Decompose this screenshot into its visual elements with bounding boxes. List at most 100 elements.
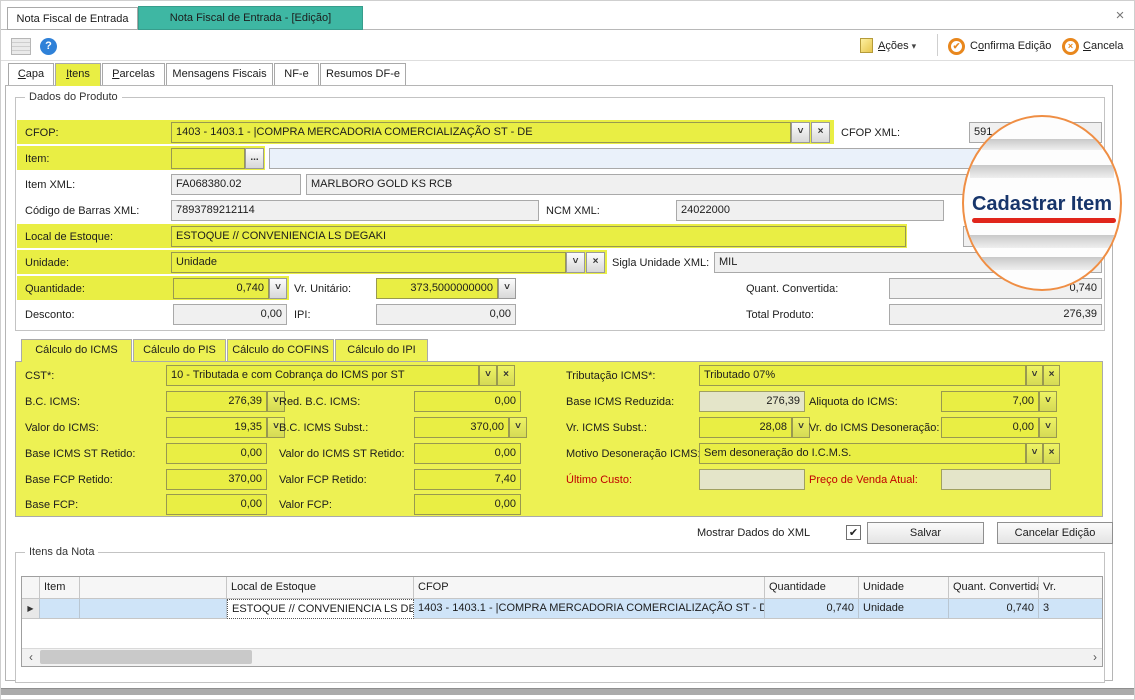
base-fcp-retido-field[interactable]: 370,00 (166, 469, 267, 490)
valor-fcp-field[interactable]: 0,00 (414, 494, 521, 515)
ncm-xml-field[interactable]: 24022000 (676, 200, 944, 221)
tab-nfe[interactable]: NF-e (274, 63, 319, 85)
grid-corner-header[interactable] (22, 577, 40, 599)
close-icon[interactable]: × (1111, 7, 1129, 25)
scroll-left-icon[interactable]: ‹ (24, 650, 38, 664)
grid-header-unidade[interactable]: Unidade (859, 577, 949, 599)
grid-cell-cfop[interactable]: 1403 - 1403.1 - |COMPRA MERCADORIA COMER… (414, 599, 765, 619)
cst-field[interactable]: 10 - Tributada e com Cobrança do ICMS po… (166, 365, 479, 386)
quantidade-field[interactable]: 0,740 (173, 278, 269, 299)
tributacao-clear-icon[interactable]: × (1043, 365, 1060, 386)
row-selector-icon[interactable]: ▶ (22, 599, 40, 619)
base-icms-reduzida-field[interactable]: 276,39 (699, 391, 805, 412)
total-produto-field[interactable]: 276,39 (889, 304, 1102, 325)
ultimo-custo-field[interactable] (699, 469, 805, 490)
bc-icms-subst-label: B.C. ICMS Subst.: (279, 418, 368, 438)
cst-dropdown-icon[interactable]: ˅ (479, 365, 497, 386)
motivo-clear-icon[interactable]: × (1043, 443, 1060, 464)
cfop-field[interactable]: 1403 - 1403.1 - |COMPRA MERCADORIA COMER… (171, 122, 791, 143)
quantidade-dropdown-icon[interactable]: ˅ (269, 278, 287, 299)
aliquota-icms-field[interactable]: 7,00 (941, 391, 1039, 412)
cfop-dropdown-icon[interactable]: ˅ (791, 122, 810, 143)
base-icms-reduzida-label: Base ICMS Reduzida: (566, 392, 674, 412)
barcode-xml-field[interactable]: 7893789212114 (171, 200, 539, 221)
cancelar-edicao-button[interactable]: Cancelar Edição (997, 522, 1113, 544)
valor-fcp-retido-field[interactable]: 7,40 (414, 469, 521, 490)
grid-cell-unidade[interactable]: Unidade (859, 599, 949, 619)
preco-venda-atual-field[interactable] (941, 469, 1051, 490)
vr-unitario-dropdown-icon[interactable]: ˅ (498, 278, 516, 299)
base-fcp-field[interactable]: 0,00 (166, 494, 267, 515)
scroll-right-icon[interactable]: › (1088, 650, 1102, 664)
itens-grid: Item Local de Estoque CFOP Quantidade Un… (21, 576, 1103, 667)
vr-desoneracao-dropdown-icon[interactable]: ˅ (1039, 417, 1057, 438)
grid-cell-local-estoque[interactable]: ESTOQUE // CONVENIENCIA LS DEGAKI (227, 599, 414, 619)
vr-subst-dropdown-icon[interactable]: ˅ (792, 417, 810, 438)
motivo-dropdown-icon[interactable]: ˅ (1026, 443, 1043, 464)
tab-capa[interactable]: Capa (8, 63, 54, 85)
base-fcp-label: Base FCP: (25, 495, 78, 515)
base-icms-st-retido-field[interactable]: 0,00 (166, 443, 267, 464)
tab-calculo-ipi[interactable]: Cálculo do IPI (335, 339, 428, 361)
tab-mensagens-fiscais[interactable]: Mensagens Fiscais (166, 63, 273, 85)
item-xml-code-field[interactable]: FA068380.02 (171, 174, 301, 195)
grid-header-vr[interactable]: Vr. (1039, 577, 1103, 599)
grid-header-item[interactable]: Item (40, 577, 80, 599)
grid-cell-vr[interactable]: 3 (1039, 599, 1103, 619)
vr-icms-desoneracao-field[interactable]: 0,00 (941, 417, 1039, 438)
tab-calculo-pis[interactable]: Cálculo do PIS (133, 339, 226, 361)
desconto-field[interactable]: 0,00 (173, 304, 287, 325)
salvar-button[interactable]: Salvar (867, 522, 984, 544)
grid-header-local-estoque[interactable]: Local de Estoque (227, 577, 414, 599)
window-tab-nota-fiscal-edicao[interactable]: Nota Fiscal de Entrada - [Edição] (138, 6, 363, 30)
report-icon[interactable] (11, 38, 31, 55)
red-bc-icms-field[interactable]: 0,00 (414, 391, 521, 412)
tab-resumos-dfe[interactable]: Resumos DF-e (320, 63, 406, 85)
aliquota-dropdown-icon[interactable]: ˅ (1039, 391, 1057, 412)
unidade-field[interactable]: Unidade (171, 252, 566, 273)
item-browse-button[interactable]: ... (245, 148, 264, 169)
cancela-button[interactable]: Cancela (1083, 36, 1123, 56)
help-icon[interactable]: ? (40, 38, 57, 55)
ncm-xml-label: NCM XML: (546, 201, 600, 221)
bc-subst-dropdown-icon[interactable]: ˅ (509, 417, 527, 438)
tributacao-dropdown-icon[interactable]: ˅ (1026, 365, 1043, 386)
grid-header-quant-convertida[interactable]: Quant. Convertida (949, 577, 1039, 599)
grid-header-quantidade[interactable]: Quantidade (765, 577, 859, 599)
grid-cell-quant-convertida[interactable]: 0,740 (949, 599, 1039, 619)
tributacao-icms-field[interactable]: Tributado 07% (699, 365, 1026, 386)
grid-cell-extra[interactable] (80, 599, 227, 619)
cst-clear-icon[interactable]: × (497, 365, 515, 386)
grid-header-cfop[interactable]: CFOP (414, 577, 765, 599)
vr-icms-subst-field[interactable]: 28,08 (699, 417, 792, 438)
estoque-field[interactable]: ESTOQUE // CONVENIENCIA LS DEGAKI (171, 226, 906, 247)
bc-icms-field[interactable]: 276,39 (166, 391, 267, 412)
bc-icms-subst-field[interactable]: 370,00 (414, 417, 509, 438)
vr-unitario-field[interactable]: 373,5000000000 (376, 278, 498, 299)
window-tab-nota-fiscal[interactable]: Nota Fiscal de Entrada (7, 7, 138, 30)
tab-calculo-icms[interactable]: Cálculo do ICMS (21, 339, 132, 362)
quantidade-label: Quantidade: (25, 279, 85, 299)
confirma-edicao-button[interactable]: Confirma Edição (970, 36, 1051, 56)
app-window: Nota Fiscal de Entrada Nota Fiscal de En… (0, 0, 1135, 700)
window-bottom-edge (1, 688, 1135, 695)
cfop-clear-icon[interactable]: × (811, 122, 830, 143)
tab-rest: Mensagens Fiscais (172, 68, 266, 80)
scrollbar-thumb[interactable] (40, 650, 252, 664)
valor-icms-field[interactable]: 19,35 (166, 417, 267, 438)
acoes-button[interactable]: Ações ▾ (878, 36, 916, 56)
grid-cell-item[interactable] (40, 599, 80, 619)
unidade-clear-icon[interactable]: × (586, 252, 605, 273)
tab-itens[interactable]: Itens (55, 63, 101, 86)
cadastrar-item-annotation: Cadastrar Item (962, 115, 1122, 291)
valor-icms-st-retido-field[interactable]: 0,00 (414, 443, 521, 464)
grid-cell-quantidade[interactable]: 0,740 (765, 599, 859, 619)
mostrar-dados-xml-checkbox[interactable]: ✔ (846, 525, 861, 540)
item-field[interactable] (171, 148, 245, 169)
ipi-field[interactable]: 0,00 (376, 304, 516, 325)
grid-header-extra[interactable] (80, 577, 227, 599)
tab-parcelas[interactable]: Parcelas (102, 63, 165, 85)
tab-calculo-cofins[interactable]: Cálculo do COFINS (227, 339, 334, 361)
motivo-desoneracao-field[interactable]: Sem desoneração do I.C.M.S. (699, 443, 1026, 464)
unidade-dropdown-icon[interactable]: ˅ (566, 252, 585, 273)
